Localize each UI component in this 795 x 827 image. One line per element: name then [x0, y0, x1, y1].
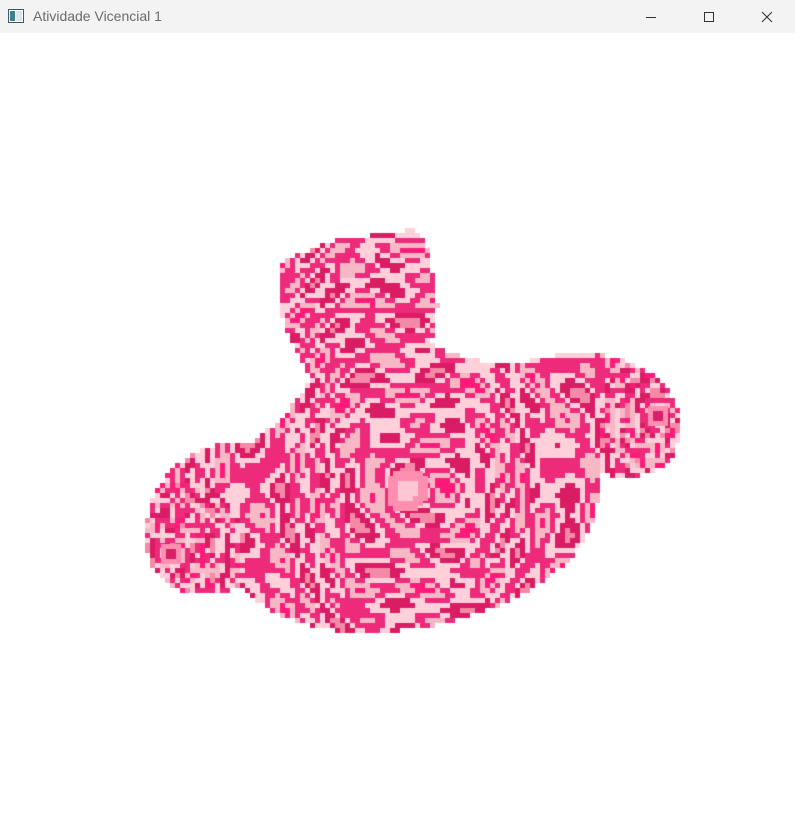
maximize-button[interactable] [680, 0, 738, 33]
minimize-button[interactable] [622, 0, 680, 33]
maximize-icon [703, 11, 715, 23]
close-button[interactable] [738, 0, 795, 33]
suzanne-mesh-render [0, 33, 795, 827]
title-bar[interactable]: Atividade Vicencial 1 [0, 0, 795, 33]
app-window: Atividade Vicencial 1 [0, 0, 795, 827]
minimize-icon [645, 11, 657, 23]
window-app-icon [8, 9, 24, 23]
window-title: Atividade Vicencial 1 [33, 8, 162, 24]
close-icon [761, 11, 773, 23]
render-viewport[interactable] [0, 33, 795, 827]
